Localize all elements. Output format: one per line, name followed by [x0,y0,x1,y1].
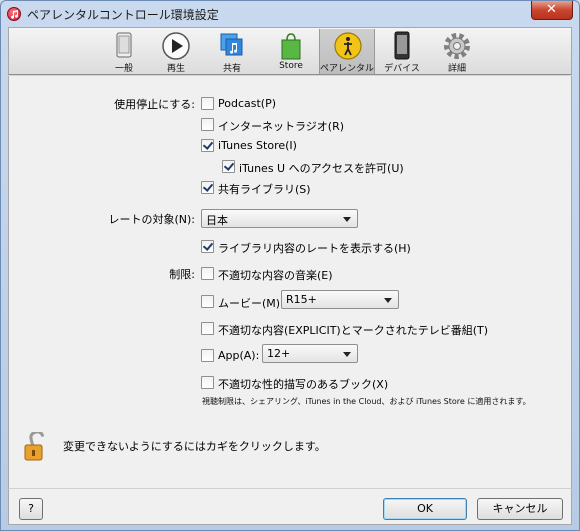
tab-label: Store [279,61,303,71]
checkbox-label: 不適切な内容の音楽(E) [218,269,333,282]
app-rating-select[interactable]: 12+ [262,344,358,363]
disable-label: 使用停止にする: [114,98,195,111]
share-icon [216,31,248,61]
movie-rating-select[interactable]: R15+ [281,290,399,309]
checkbox-label: App(A): [218,349,260,362]
checkbox-box[interactable] [201,376,214,389]
tab-label: 再生 [166,64,185,74]
music-restrict-checkbox[interactable]: 不適切な内容の音楽(E) [201,266,531,282]
tab-store[interactable]: Store [266,29,316,74]
itunes-app-icon [7,7,21,21]
checkbox-label: iTunes U へのアクセスを許可(U) [239,162,404,175]
lock-text: 変更できないようにするにはカギをクリックします。 [63,440,326,453]
checkbox-box[interactable] [201,267,214,280]
apps-restrict-checkbox[interactable]: App(A): [201,348,261,364]
tab-label: ペアレンタル [320,64,375,74]
title-bar[interactable]: ペアレンタルコントロール環境設定 ✕ [1,1,579,27]
close-button[interactable]: ✕ [531,1,573,20]
checkbox-box[interactable] [201,295,214,308]
tv-restrict-checkbox[interactable]: 不適切な内容(EXPLICIT)とマークされたテレビ番組(T) [201,321,541,337]
country-select[interactable]: 日本 [201,209,358,228]
checkbox-label: ムービー(M): [218,297,284,310]
parental-panel: 使用停止にする: Podcast(P) インターネットラジオ(R) iTunes… [8,76,572,488]
tab-label: デバイス [384,64,420,74]
movies-restrict-checkbox[interactable]: ムービー(M): [201,294,284,310]
checkbox-label: 不適切な内容(EXPLICIT)とマークされたテレビ番組(T) [218,324,489,337]
gear-icon [441,31,473,61]
checkbox-label: 共有ライブラリ(S) [218,183,311,196]
cancel-button[interactable]: キャンセル [477,498,563,520]
device-icon [386,31,418,61]
chevron-down-icon [343,217,351,222]
tab-parental[interactable]: ペアレンタル [319,29,375,74]
restrict-label: 制限: [169,268,195,281]
shared-library-checkbox[interactable]: 共有ライブラリ(S) [201,180,501,196]
ok-button[interactable]: OK [383,498,467,520]
checkbox-label: インターネットラジオ(R) [218,120,345,133]
close-icon: ✕ [546,2,557,17]
chevron-down-icon [343,352,351,357]
parental-icon [332,31,364,61]
checkbox-label: Podcast(P) [218,97,277,110]
itunes-store-checkbox[interactable]: iTunes Store(I) [201,138,501,154]
app-rating-value: 12+ [267,347,291,360]
tab-label: 詳細 [447,64,466,74]
chevron-down-icon [384,298,392,303]
checkbox-label: ライブラリ内容のレートを表示する(H) [218,242,411,255]
tab-devices[interactable]: デバイス [377,29,427,74]
country-value: 日本 [206,214,228,227]
checkbox-box[interactable] [201,322,214,335]
checkbox-box[interactable] [201,139,214,152]
tab-advanced[interactable]: 詳細 [432,29,482,74]
dialog-footer: ? OK キャンセル [8,488,572,525]
tab-general[interactable]: 一般 [99,29,149,74]
preferences-toolbar: 一般 再生 共有 Store ペアレンタル デバイス 詳細 [8,27,572,75]
rating-label: レートの対象(N): [108,213,195,226]
restriction-note: 視聴制限は、シェアリング、iTunes in the Cloud、および iTu… [202,397,531,406]
preferences-window: ペアレンタルコントロール環境設定 ✕ 一般 再生 共有 Store ペアレンタル… [0,0,580,531]
checkbox-box[interactable] [201,349,214,362]
books-restrict-checkbox[interactable]: 不適切な性的描写のあるブック(X) [201,375,531,391]
lock-icon[interactable] [23,430,45,462]
podcast-checkbox[interactable]: Podcast(P) [201,96,501,112]
play-icon [160,31,192,61]
checkbox-box[interactable] [201,181,214,194]
movie-rating-value: R15+ [286,293,317,306]
store-bag-icon [275,31,307,61]
checkbox-box[interactable] [201,240,214,253]
tab-playback[interactable]: 再生 [151,29,201,74]
window-title: ペアレンタルコントロール環境設定 [27,8,219,22]
iphone-icon [108,31,140,61]
checkbox-label: iTunes Store(I) [218,139,297,152]
tab-sharing[interactable]: 共有 [207,29,257,74]
tab-label: 一般 [114,64,133,74]
checkbox-label: 不適切な性的描写のあるブック(X) [218,378,389,391]
checkbox-box[interactable] [201,118,214,131]
tab-label: 共有 [222,64,241,74]
itunes-u-checkbox[interactable]: iTunes U へのアクセスを許可(U) [222,159,522,175]
checkbox-box[interactable] [222,160,235,173]
internet-radio-checkbox[interactable]: インターネットラジオ(R) [201,117,501,133]
show-ratings-checkbox[interactable]: ライブラリ内容のレートを表示する(H) [201,239,531,255]
help-button[interactable]: ? [19,498,43,520]
checkbox-box[interactable] [201,97,214,110]
